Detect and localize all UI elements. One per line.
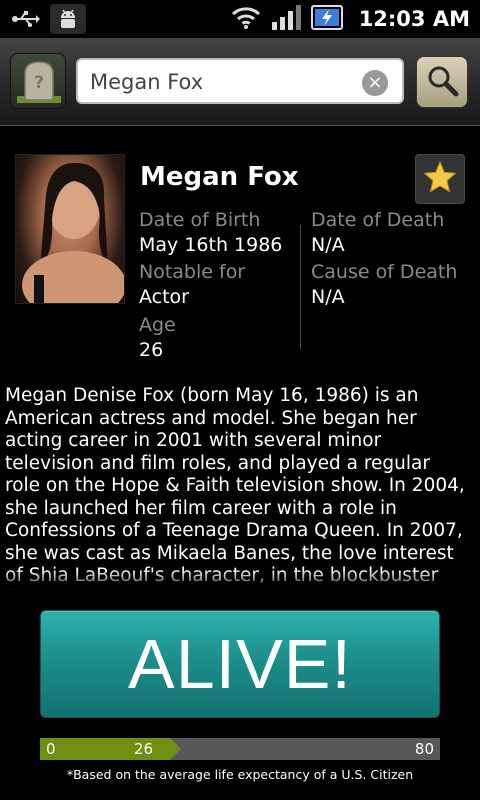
search-button[interactable] <box>416 56 468 108</box>
status-bar: 12:03 AM <box>0 0 480 38</box>
usb-icon <box>8 4 44 34</box>
notable-label: Notable for <box>139 261 246 283</box>
cause-label: Cause of Death <box>311 261 458 283</box>
footnote: *Based on the average life expectancy of… <box>66 767 414 782</box>
alive-status-button[interactable]: ALIVE! <box>40 610 440 718</box>
search-input[interactable] <box>90 68 358 96</box>
search-box: × <box>76 58 404 104</box>
top-toolbar: ? × <box>0 38 480 126</box>
status-label: ALIVE! <box>128 625 352 703</box>
battery-charging-icon <box>310 3 345 35</box>
favorite-button[interactable] <box>415 154 465 204</box>
person-name: Megan Fox <box>140 162 299 192</box>
dob-value: May 16th 1986 <box>139 234 283 256</box>
android-debug-icon <box>50 4 86 34</box>
age-value: 26 <box>139 339 164 361</box>
bar-max-label: 80 <box>414 740 434 758</box>
column-divider <box>300 225 301 349</box>
profile-photo <box>15 154 125 304</box>
dod-label: Date of Death <box>311 209 445 231</box>
search-icon <box>425 63 459 101</box>
star-icon <box>423 160 457 198</box>
tombstone-question-icon[interactable]: ? <box>10 53 66 109</box>
age-label: Age <box>139 314 176 336</box>
wifi-icon <box>231 5 261 33</box>
bar-min-label: 0 <box>46 740 56 758</box>
biography-fade <box>0 570 480 592</box>
signal-icon <box>271 4 301 34</box>
clock: 12:03 AM <box>358 7 470 31</box>
dod-value: N/A <box>311 234 345 256</box>
notification-icons <box>8 4 86 34</box>
svg-text:?: ? <box>34 73 44 93</box>
life-expectancy-bar: 0 26 80 <box>40 738 440 760</box>
dob-label: Date of Birth <box>139 209 261 231</box>
system-icons: 12:03 AM <box>231 3 470 35</box>
bar-current-label: 26 <box>134 740 154 758</box>
notable-value: Actor <box>139 286 189 308</box>
cause-value: N/A <box>311 286 345 308</box>
biography-text[interactable]: Megan Denise Fox (born May 16, 1986) is … <box>5 385 470 590</box>
life-expectancy-arrow <box>170 738 181 760</box>
clear-icon[interactable]: × <box>362 70 388 96</box>
